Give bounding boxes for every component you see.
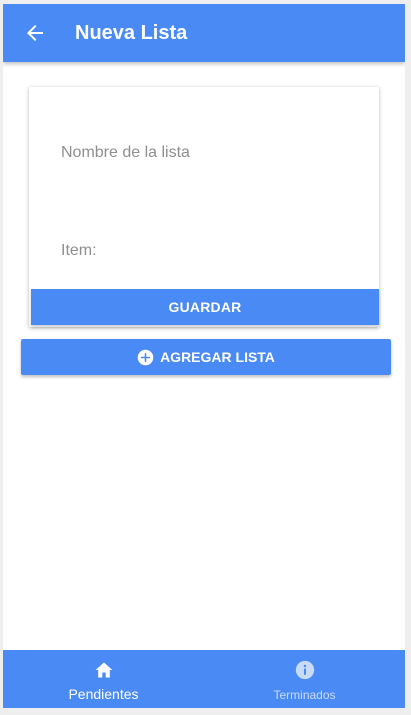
- page-title: Nueva Lista: [75, 22, 188, 44]
- plus-circle-icon: [137, 349, 154, 365]
- tab-terminados-label: Terminados: [273, 688, 336, 702]
- arrow-left-icon: [27, 25, 43, 41]
- new-list-card: GUARDAR: [29, 87, 379, 327]
- tab-pendientes[interactable]: Pendientes: [3, 650, 204, 708]
- bottom-tab-bar: Pendientes Terminados: [3, 650, 405, 708]
- app-screen: Nueva Lista GUARDAR AGREGAR LISTA Pendie…: [3, 4, 405, 708]
- tab-pendientes-label: Pendientes: [68, 686, 139, 702]
- list-name-input[interactable]: [61, 139, 351, 167]
- item-input[interactable]: [61, 237, 351, 265]
- home-icon: [95, 662, 112, 678]
- top-app-bar: Nueva Lista: [3, 4, 405, 62]
- add-list-button[interactable]: AGREGAR LISTA: [21, 339, 391, 375]
- tab-terminados[interactable]: Terminados: [204, 650, 405, 708]
- add-list-label: AGREGAR LISTA: [160, 349, 275, 365]
- save-button[interactable]: GUARDAR: [31, 289, 379, 325]
- info-icon: [295, 660, 314, 680]
- back-button[interactable]: [23, 21, 47, 45]
